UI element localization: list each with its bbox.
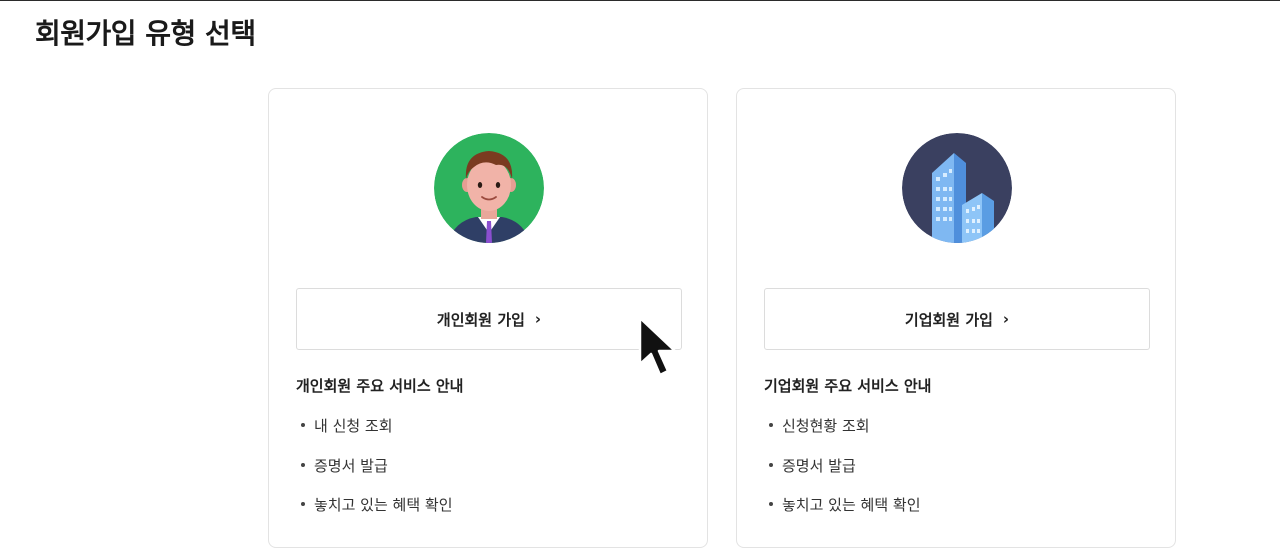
- corporate-services-title: 기업회원 주요 서비스 안내: [764, 377, 932, 395]
- service-label: 내 신청 조회: [314, 417, 393, 435]
- list-item: 놓치고 있는 혜택 확인: [296, 494, 453, 534]
- person-avatar-icon: [434, 133, 544, 243]
- service-label: 놓치고 있는 혜택 확인: [314, 496, 453, 514]
- personal-join-label: 개인회원 가입: [436, 310, 525, 329]
- bullet-icon: [769, 423, 773, 427]
- personal-join-button[interactable]: 개인회원 가입 ›: [296, 288, 682, 350]
- list-item: 신청현황 조회: [764, 415, 921, 455]
- service-label: 증명서 발급: [314, 456, 388, 475]
- personal-services-list: 내 신청 조회 증명서 발급 놓치고 있는 혜택 확인: [296, 415, 453, 534]
- bullet-icon: [301, 462, 305, 467]
- bullet-icon: [769, 462, 773, 467]
- service-label: 신청현황 조회: [782, 417, 870, 435]
- corporate-services-list: 신청현황 조회 증명서 발급 놓치고 있는 혜택 확인: [764, 415, 921, 534]
- list-item: 내 신청 조회: [296, 415, 453, 455]
- chevron-right-icon: ›: [534, 310, 542, 328]
- chevron-right-icon: ›: [1002, 310, 1010, 328]
- corporate-join-button[interactable]: 기업회원 가입 ›: [764, 288, 1150, 350]
- mouse-pointer-icon: [636, 315, 682, 379]
- personal-services-title: 개인회원 주요 서비스 안내: [296, 377, 464, 395]
- top-divider: [0, 0, 1280, 1]
- corporate-member-card: 기업회원 가입 › 기업회원 주요 서비스 안내 신청현황 조회 증명서 발급 …: [736, 88, 1176, 548]
- bullet-icon: [769, 502, 773, 506]
- bullet-icon: [301, 423, 305, 427]
- list-item: 증명서 발급: [764, 455, 921, 495]
- bullet-icon: [301, 502, 305, 506]
- corporate-join-label: 기업회원 가입: [904, 310, 993, 329]
- page-title: 회원가입 유형 선택: [35, 17, 256, 50]
- service-label: 증명서 발급: [782, 456, 856, 475]
- list-item: 놓치고 있는 혜택 확인: [764, 494, 921, 534]
- buildings-icon: [902, 133, 1012, 243]
- service-label: 놓치고 있는 혜택 확인: [782, 496, 921, 514]
- list-item: 증명서 발급: [296, 455, 453, 495]
